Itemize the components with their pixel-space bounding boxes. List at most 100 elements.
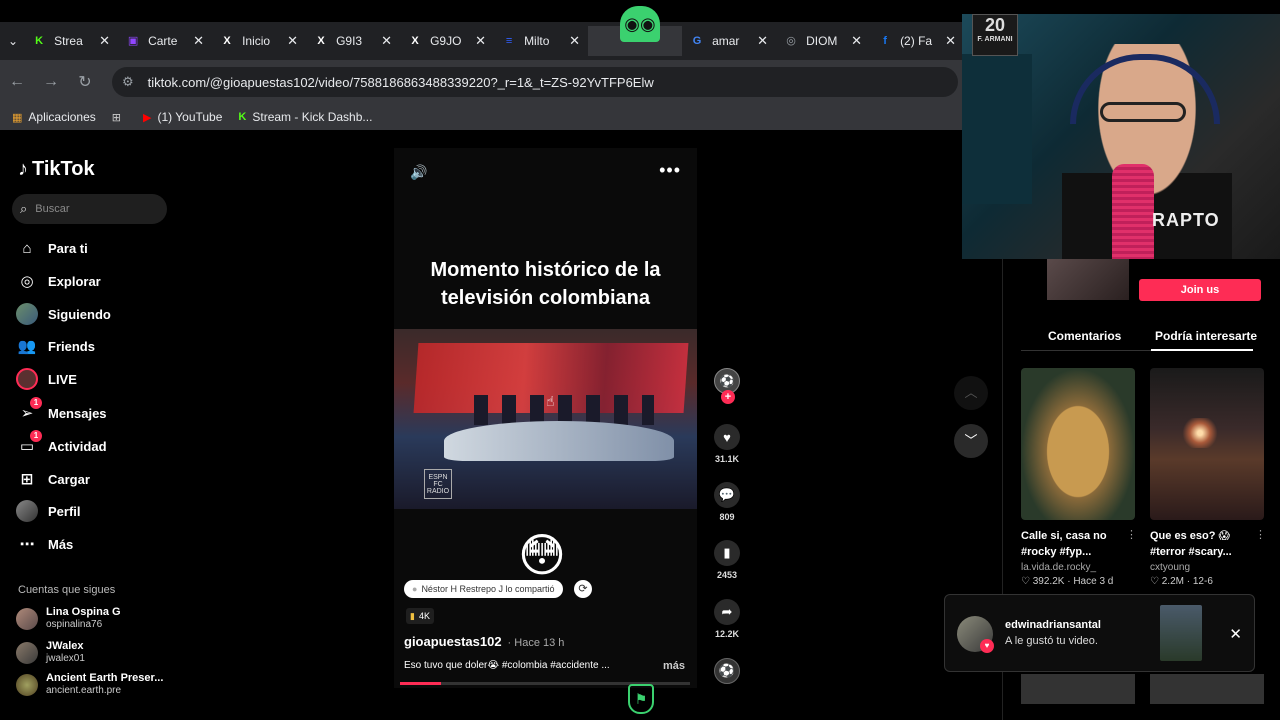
tab-close-icon[interactable]: ✕ xyxy=(475,33,486,49)
tab-comments[interactable]: Comentarios xyxy=(1048,329,1121,343)
author-name: gioapuestas102 xyxy=(404,634,502,649)
rec-more-icon[interactable]: ⋮ xyxy=(1126,528,1137,541)
following-account[interactable]: Lina Ospina G ospinalina76 xyxy=(16,606,121,631)
browser-tab[interactable]: K Strea ✕ xyxy=(24,26,118,56)
tab-search-chevron-icon[interactable]: ⌄ xyxy=(8,34,18,48)
headline-line: televisión colombiana xyxy=(441,287,650,309)
recommended-video[interactable]: Que es eso? 😱 #terror #scary... cxtyoung… xyxy=(1150,368,1266,587)
tab-close-icon[interactable]: ✕ xyxy=(851,33,862,49)
tab-close-icon[interactable]: ✕ xyxy=(381,33,392,49)
close-icon[interactable]: ✕ xyxy=(1229,625,1242,643)
send-icon: ➢ 1 xyxy=(16,397,42,424)
like-button[interactable]: ♥ 31.1K xyxy=(710,424,744,464)
nav-more[interactable]: ⋯ Más xyxy=(16,532,74,556)
join-us-button[interactable]: Join us xyxy=(1139,279,1261,301)
tab-close-icon[interactable]: ✕ xyxy=(757,33,768,49)
video-thumbnail xyxy=(1021,368,1135,520)
sound-disc-button[interactable]: ⚽ xyxy=(710,658,744,684)
friends-icon: 👥 xyxy=(17,338,37,355)
video-player[interactable]: 🔊 ••• Momento histórico de la televisión… xyxy=(394,148,697,688)
following-account[interactable]: JWalex jwalex01 xyxy=(16,640,85,665)
nav-following[interactable]: Siguiendo xyxy=(16,302,111,326)
forward-arrow-icon[interactable]: → xyxy=(34,73,68,91)
bookmark-icon: ▮ xyxy=(714,540,740,566)
tab-close-icon[interactable]: ✕ xyxy=(193,33,204,49)
nav-label: Siguiendo xyxy=(48,306,111,322)
next-video-chevron-down-icon[interactable]: ﹀ xyxy=(954,424,988,458)
nav-for-you[interactable]: ⌂ Para ti xyxy=(16,236,88,260)
volume-icon[interactable]: 🔊 xyxy=(410,164,427,181)
profile-avatar-icon xyxy=(16,500,38,522)
search-input[interactable]: ⌕ Buscar xyxy=(12,194,167,224)
like-notification[interactable]: ♥ edwinadriansantal A le gustó tu video.… xyxy=(944,594,1255,672)
comment-button[interactable]: 💬 809 xyxy=(710,482,744,522)
comment-icon: 💬 xyxy=(714,482,740,508)
tab-might-interest[interactable]: Podría interesarte xyxy=(1155,329,1257,343)
reload-icon[interactable]: ↻ xyxy=(68,72,102,92)
post-time: · Hace 13 h xyxy=(507,637,565,649)
more-options-icon[interactable]: ••• xyxy=(659,160,681,181)
site-settings-icon[interactable]: ⚙ xyxy=(122,74,134,90)
browser-tab[interactable]: X G9JO ✕ xyxy=(400,26,494,56)
browser-tab[interactable]: Gamar ✕ xyxy=(682,26,776,56)
nav-label: Para ti xyxy=(48,240,88,256)
streamer-webcam: 20 F. ARMANI RAPTO xyxy=(962,14,1280,259)
address-bar[interactable]: ⚙ tiktok.com/@gioapuestas102/video/75881… xyxy=(112,67,958,97)
video-thumbnail[interactable] xyxy=(1150,674,1264,704)
nav-profile[interactable]: Perfil xyxy=(16,499,81,523)
nav-label: Explorar xyxy=(48,273,101,289)
avatar xyxy=(16,673,38,696)
tab-close-icon[interactable]: ✕ xyxy=(287,33,298,49)
account-name: Ancient Earth Preser... xyxy=(46,672,164,684)
rec-more-icon[interactable]: ⋮ xyxy=(1255,528,1266,541)
site-icon: ≡ xyxy=(505,35,513,47)
nav-live[interactable]: LIVE xyxy=(16,367,77,391)
tab-close-icon[interactable]: ✕ xyxy=(945,33,956,49)
nav-friends[interactable]: 👥 Friends xyxy=(16,334,95,358)
messages-badge: 1 xyxy=(30,397,42,409)
save-button[interactable]: ▮ 2453 xyxy=(710,540,744,580)
tab-close-icon[interactable]: ✕ xyxy=(99,33,110,49)
nav-upload[interactable]: ⊞ Cargar xyxy=(16,467,90,491)
back-arrow-icon[interactable]: ← xyxy=(0,73,34,91)
nav-label: Más xyxy=(48,536,74,552)
rec-stats: ♡ 392.2K · Hace 3 d xyxy=(1021,576,1114,587)
creator-avatar-button[interactable]: ⚽ + xyxy=(710,368,744,404)
nav-label: Friends xyxy=(48,338,95,354)
save-count: 2453 xyxy=(716,570,738,580)
repost-icon[interactable]: ⟳ xyxy=(574,580,592,598)
shared-by-pill[interactable]: ● Néstor H Restrepo J lo compartió xyxy=(404,580,563,598)
share-button[interactable]: ➦ 12.2K xyxy=(710,599,744,639)
recommended-video[interactable]: Calle si, casa no #rocky #fyp... la.vida… xyxy=(1021,368,1137,587)
browser-tab[interactable]: f (2) Fa ✕ xyxy=(870,26,964,56)
nav-activity[interactable]: ▭ 1 Actividad xyxy=(16,430,107,458)
bookmark-kick[interactable]: K Stream - Kick Dashb... xyxy=(238,110,372,124)
bookmark-apps[interactable]: ▦ Aplicaciones xyxy=(12,110,96,124)
caption-more-link[interactable]: más xyxy=(663,660,685,672)
previous-video-chevron-up-icon[interactable]: ︿ xyxy=(954,376,988,410)
video-clip-frame: ☝ ESPN FC RADIO xyxy=(394,329,697,509)
following-account[interactable]: Ancient Earth Preser... ancient.earth.pr… xyxy=(16,672,163,697)
bookmark-grid[interactable]: ⊞ xyxy=(112,111,127,124)
browser-tab[interactable]: ≡ Milto ✕ xyxy=(494,26,588,56)
tabs-container: K Strea ✕ ▣ Carte ✕ X Inicio ✕ X G9I3 ✕ X G9JO ✕ ≡ Milto… xyxy=(24,26,964,56)
nav-explore[interactable]: ◎ Explorar xyxy=(16,269,101,293)
browser-tab[interactable]: X Inicio ✕ xyxy=(212,26,306,56)
browser-tab[interactable]: ▣ Carte ✕ xyxy=(118,26,212,56)
promo-thumbnail xyxy=(1047,259,1129,300)
glasses xyxy=(1100,102,1186,122)
bookmark-youtube[interactable]: ▶ (1) YouTube xyxy=(143,110,222,124)
tab-close-icon[interactable]: ✕ xyxy=(569,33,580,49)
shared-by-text: Néstor H Restrepo J lo compartió xyxy=(421,584,555,594)
browser-tab[interactable]: ◎ DIOM ✕ xyxy=(776,26,870,56)
video-thumbnail[interactable] xyxy=(1021,674,1135,704)
mouse-cursor-icon: ☝ xyxy=(546,393,555,409)
browser-tab[interactable]: X G9I3 ✕ xyxy=(306,26,400,56)
tiktok-logo[interactable]: ♪ TikTok xyxy=(18,158,95,181)
rec-title: Calle si, casa no #rocky #fyp... xyxy=(1021,530,1107,558)
nav-messages[interactable]: ➢ 1 Mensajes xyxy=(16,397,107,425)
live-icon xyxy=(16,368,38,390)
follow-plus-icon[interactable]: + xyxy=(721,390,735,404)
grid-icon: ⊞ xyxy=(111,111,121,124)
video-author[interactable]: gioapuestas102 · Hace 13 h xyxy=(404,634,564,649)
